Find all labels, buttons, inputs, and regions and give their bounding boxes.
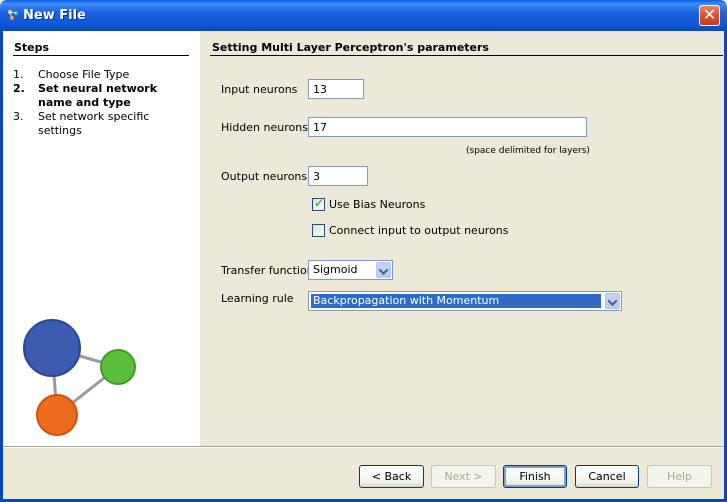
checkmark-icon: ✓ [314,196,325,210]
help-button[interactable]: Help [647,465,712,488]
learning-rule-label: Learning rule [221,292,294,305]
transfer-function-label: Transfer function [221,264,314,277]
panel-divider [210,55,723,56]
use-bias-label[interactable]: Use Bias Neurons [329,198,425,211]
use-bias-checkbox[interactable]: ✓ [312,196,325,211]
step-label: Set network specific settings [38,110,150,137]
learning-rule-value: Backpropagation with Momentum [311,294,601,308]
app-icon [7,9,18,20]
input-neurons-label: Input neurons [221,83,298,96]
footer-divider-highlight [3,447,724,448]
close-icon: ✕ [702,5,717,24]
panel-heading: Setting Multi Layer Perceptron's paramet… [212,41,489,54]
steps-panel: Steps 1. Choose File Type 2. Set neural … [3,31,200,446]
step-number: 2. [13,82,25,95]
output-neurons-label: Output neurons [221,170,308,183]
transfer-function-value: Sigmoid [313,263,358,276]
steps-heading: Steps [14,41,50,54]
parameters-panel: Setting Multi Layer Perceptron's paramet… [200,31,724,446]
window-title: New File [23,8,86,23]
hidden-neurons-field[interactable]: 17 [308,117,587,137]
next-button[interactable]: Next > [431,465,496,488]
connect-io-label[interactable]: Connect input to output neurons [329,224,509,237]
cancel-button[interactable]: Cancel [575,465,639,488]
neuroph-logo [23,319,136,436]
step-label: Set neural network name and type [38,82,158,109]
output-neurons-field[interactable]: 3 [308,166,368,186]
title-bar[interactable]: New File ✕ [0,0,727,31]
step-label: Choose File Type [38,68,130,81]
finish-button[interactable]: Finish [503,465,567,488]
close-button[interactable]: ✕ [699,5,720,26]
step-number: 3. [13,110,24,123]
hidden-neurons-hint: (space delimited for layers) [466,146,590,156]
input-neurons-field[interactable]: 13 [308,79,364,99]
chevron-down-icon[interactable] [376,262,391,278]
chevron-down-icon[interactable] [605,293,620,309]
hidden-neurons-label: Hidden neurons [221,121,308,134]
back-button[interactable]: < Back [359,465,424,488]
step-number: 1. [13,68,24,81]
connect-io-checkbox[interactable] [312,224,325,237]
learning-rule-select[interactable]: Backpropagation with Momentum [308,291,622,311]
new-file-dialog: New File ✕ Steps 1. Choose File Type 2. … [0,0,727,502]
transfer-function-select[interactable]: Sigmoid [308,260,393,280]
steps-divider [13,55,189,56]
